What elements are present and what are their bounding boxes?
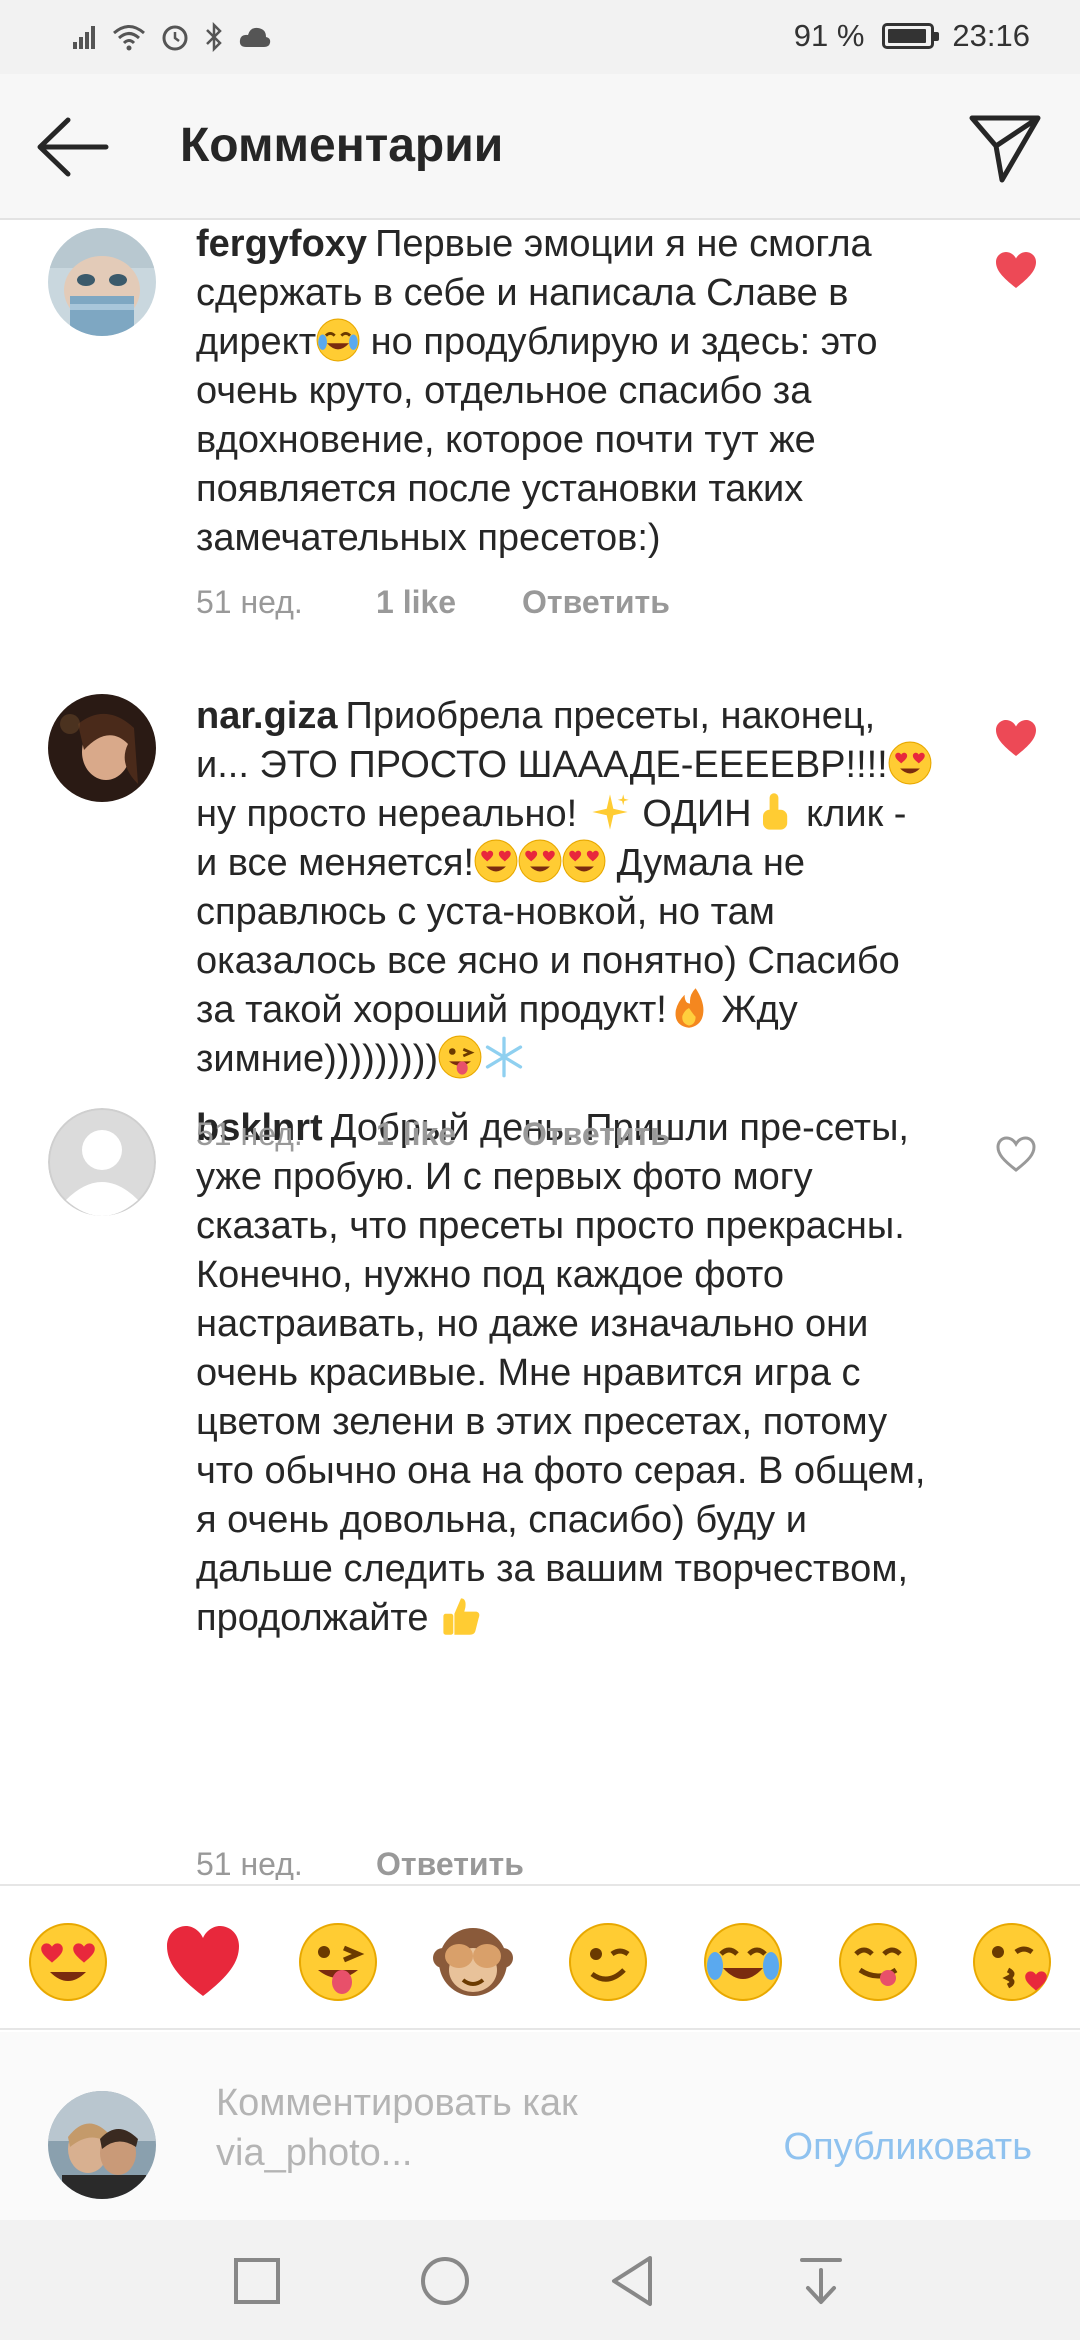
heart-eyes-emoji-icon[interactable] — [28, 1922, 108, 2002]
yum-emoji-icon[interactable] — [838, 1922, 918, 2002]
comment-username[interactable]: nar.giza — [196, 695, 338, 737]
back-arrow-icon[interactable] — [34, 114, 110, 180]
reply-button[interactable]: Ответить — [522, 1116, 670, 1153]
status-icons — [72, 20, 272, 54]
reply-button[interactable]: Ответить — [522, 584, 670, 621]
comment-time: 51 нед. — [196, 584, 303, 620]
tears-of-joy-emoji-icon — [316, 318, 360, 362]
publish-button[interactable]: Опубликовать — [784, 2126, 1032, 2169]
cloud-icon — [239, 27, 271, 47]
wink-emoji-icon[interactable] — [568, 1922, 648, 2002]
home-icon[interactable] — [410, 2246, 480, 2316]
thumbs-up-emoji-icon — [443, 1598, 480, 1635]
clock: 23:16 — [952, 18, 1030, 53]
recent-apps-icon[interactable] — [222, 2246, 292, 2316]
comment-item: bsklnrt Добрый день. Пришли пре-сеты, уже… — [0, 1056, 1080, 1880]
heart-eyes-emoji-icon — [474, 839, 518, 883]
reply-button[interactable]: Ответить — [376, 1846, 524, 1880]
signal-icon — [73, 26, 95, 49]
heart-filled-icon[interactable] — [994, 718, 1038, 758]
comment-time: 51 нед. — [196, 1846, 303, 1880]
comment-meta: 51 нед. Ответить — [196, 1846, 524, 1880]
wifi-icon — [113, 25, 145, 51]
index-pointing-up-emoji-icon — [762, 793, 787, 830]
comment-body: ОДИН — [631, 793, 752, 835]
avatar[interactable] — [48, 228, 156, 336]
comment-username[interactable]: fergyfoxy — [196, 223, 367, 265]
comment-likes[interactable]: 1 like — [376, 584, 522, 621]
see-no-evil-monkey-emoji-icon[interactable] — [433, 1922, 513, 2002]
bluetooth-icon — [206, 22, 222, 52]
comment-likes[interactable]: 1 like — [376, 1116, 522, 1153]
status-right: 91 % 23:16 — [794, 18, 1030, 54]
comment-text: bsklnrt Добрый день. Пришли пре-сеты, уже… — [196, 1104, 936, 1643]
page-title: Комментарии — [180, 119, 504, 172]
fire-emoji-icon — [675, 988, 704, 1028]
comment-item: nar.giza Приобрела пресеты, наконец, и...… — [0, 654, 1080, 1080]
heart-eyes-emoji-icon — [888, 741, 932, 785]
heart-eyes-emoji-icon — [562, 839, 606, 883]
comment-input[interactable]: Комментировать как via_photo... — [216, 2078, 716, 2178]
comment-text: fergyfoxy Первые эмоции я не смогла сдерж… — [196, 220, 936, 563]
alarm-icon — [162, 25, 188, 51]
notification-pull-icon[interactable] — [786, 2246, 856, 2316]
comment-body: ну просто нереально! — [196, 793, 588, 835]
comment-time: 51 нед. — [196, 1116, 303, 1152]
app-header: Комментарии — [0, 74, 1080, 220]
my-avatar — [48, 2091, 156, 2199]
direct-send-icon[interactable] — [968, 110, 1042, 184]
comment-list[interactable]: fergyfoxy Первые эмоции я не смогла сдерж… — [0, 220, 1080, 1880]
red-heart-emoji-icon[interactable] — [163, 1922, 243, 2002]
comment-compose: Комментировать как via_photo... Опублико… — [0, 2032, 1080, 2220]
comment-body: Добрый день. Пришли пре-сеты, уже пробую… — [196, 1107, 926, 1639]
sparkles-emoji-icon — [592, 794, 629, 830]
system-nav-bar — [0, 2220, 1080, 2340]
avatar-placeholder[interactable] — [48, 1108, 156, 1216]
heart-outline-icon[interactable] — [994, 1134, 1038, 1174]
tears-of-joy-emoji-icon[interactable] — [703, 1922, 783, 2002]
tongue-wink-emoji-icon[interactable] — [298, 1922, 378, 2002]
heart-filled-icon[interactable] — [994, 250, 1038, 290]
battery-icon — [882, 23, 940, 49]
comment-meta: 51 нед. 1 like Ответить — [196, 584, 670, 621]
battery-percent: 91 % — [793, 18, 865, 53]
status-bar: 91 % 23:16 — [0, 0, 1080, 74]
heart-eyes-emoji-icon — [518, 839, 562, 883]
comment-text: nar.giza Приобрела пресеты, наконец, и...… — [196, 692, 936, 1084]
back-nav-icon[interactable] — [598, 2246, 668, 2316]
comment-meta: 51 нед. 1 like Ответить — [196, 1116, 670, 1153]
kissing-heart-emoji-icon[interactable] — [972, 1922, 1052, 2002]
quick-emoji-bar — [0, 1884, 1080, 2030]
avatar[interactable] — [48, 694, 156, 802]
